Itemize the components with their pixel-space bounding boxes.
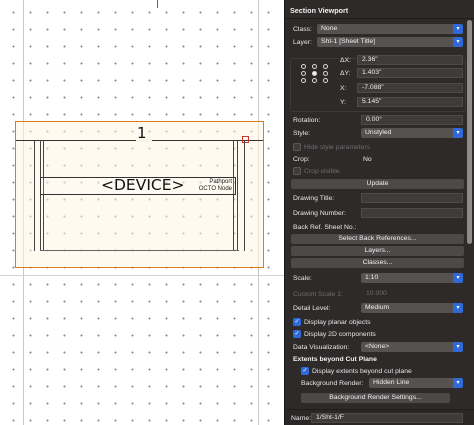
chevron-down-icon: ▾ bbox=[453, 342, 463, 352]
display-extents-row: ✓ Display extents beyond cut plane bbox=[301, 367, 412, 375]
class-dropdown[interactable]: None ▾ bbox=[317, 24, 463, 34]
style-dropdown[interactable]: Unstyled ▾ bbox=[361, 128, 463, 138]
rotation-row: Rotation: 0.00° bbox=[285, 115, 464, 126]
scrollbar-thumb[interactable] bbox=[467, 20, 472, 244]
bg-render-settings-row: Background Render Settings... bbox=[285, 393, 464, 404]
crop-row: Crop: No bbox=[293, 156, 372, 163]
style-row: Style: Unstyled ▾ bbox=[285, 128, 464, 139]
delta-y-row: ΔY: 1.403" bbox=[285, 68, 464, 79]
classes-button[interactable]: Classes... bbox=[291, 258, 464, 268]
palette-title: Section Viewport bbox=[290, 6, 349, 15]
select-back-refs-row: Select Back References... bbox=[285, 234, 464, 245]
device-sublabel: Pathport OCTO Node bbox=[198, 179, 232, 192]
layer-row: Layer: Sht-1 [Sheet Title] ▾ bbox=[285, 37, 464, 48]
crop-value: No bbox=[363, 156, 372, 163]
rack-rail-line bbox=[40, 140, 41, 251]
display-2d-row: ✓ Display 2D components bbox=[293, 330, 376, 338]
layer-dropdown[interactable]: Sht-1 [Sheet Title] ▾ bbox=[317, 37, 463, 47]
drawing-number-field[interactable] bbox=[361, 208, 463, 218]
drawing-title-row: Drawing Title: bbox=[285, 193, 464, 204]
device-label: <DEVICE> bbox=[101, 176, 185, 194]
hide-style-params-checkbox[interactable] bbox=[293, 143, 301, 151]
custom-scale-field[interactable]: 10.000 bbox=[361, 289, 463, 299]
name-bar: Name: 1/Sht-1/F bbox=[285, 409, 474, 425]
background-render-row: Background Render: Hidden Line ▾ bbox=[285, 378, 464, 389]
extents-section-header: Extents beyond Cut Plane bbox=[293, 356, 377, 363]
rack-rail-line bbox=[34, 140, 35, 251]
delta-x-field[interactable]: 2.36" bbox=[357, 55, 463, 65]
select-back-references-button[interactable]: Select Back References... bbox=[291, 234, 464, 244]
crop-visible-row: Crop visible bbox=[285, 166, 464, 177]
detail-level-dropdown[interactable]: Medium ▾ bbox=[361, 303, 463, 313]
update-button[interactable]: Update bbox=[291, 179, 464, 189]
rack-base-line bbox=[40, 250, 239, 251]
x-field[interactable]: -7.088" bbox=[357, 83, 463, 93]
grid-line bbox=[0, 275, 284, 276]
section-viewport[interactable]: 1 <DEVICE> Pathport OCTO Node bbox=[15, 121, 264, 268]
x-row: X: -7.088" bbox=[285, 83, 464, 94]
scale-row: Scale: 1:10 ▾ bbox=[285, 273, 464, 284]
drawing-number-row: Drawing Number: bbox=[285, 208, 464, 219]
back-ref-row: Back Ref. Sheet No.: bbox=[293, 224, 357, 231]
background-render-dropdown[interactable]: Hidden Line ▾ bbox=[369, 378, 463, 388]
rack-rail-line bbox=[233, 140, 234, 251]
object-info-palette: Section Viewport Class: None ▾ Layer: Sh… bbox=[284, 0, 474, 425]
device-symbol[interactable]: <DEVICE> Pathport OCTO Node bbox=[40, 176, 236, 195]
rack-rail-line bbox=[244, 140, 245, 251]
detail-level-row: Detail Level: Medium ▾ bbox=[285, 303, 464, 314]
update-row: Update bbox=[285, 179, 464, 190]
rack-rail-line bbox=[237, 140, 238, 251]
y-row: Y: 5.145" bbox=[285, 97, 464, 108]
background-render-settings-button[interactable]: Background Render Settings... bbox=[301, 393, 450, 403]
y-field[interactable]: 5.145" bbox=[357, 97, 463, 107]
classes-row: Classes... bbox=[285, 258, 464, 269]
custom-scale-row: Custom Scale 1: 10.000 bbox=[285, 289, 464, 300]
data-viz-row: Data Visualization: <None> ▾ bbox=[285, 342, 464, 353]
viewport-number: 1 bbox=[137, 124, 147, 142]
delta-y-field[interactable]: 1.403" bbox=[357, 68, 463, 78]
chevron-down-icon: ▾ bbox=[453, 128, 463, 138]
display-2d-checkbox[interactable]: ✓ bbox=[293, 330, 301, 338]
display-planar-row: ✓ Display planar objects bbox=[293, 318, 371, 326]
drawing-canvas[interactable]: 1 <DEVICE> Pathport OCTO Node bbox=[0, 0, 284, 425]
palette-header: Section Viewport bbox=[285, 0, 474, 19]
chevron-down-icon: ▾ bbox=[453, 24, 463, 34]
class-row: Class: None ▾ bbox=[285, 24, 464, 35]
rotation-field[interactable]: 0.00° bbox=[361, 115, 463, 125]
hide-style-params-row: Hide style parameters bbox=[285, 142, 464, 153]
chevron-down-icon: ▾ bbox=[453, 378, 463, 388]
display-extents-checkbox[interactable]: ✓ bbox=[301, 367, 309, 375]
layers-button[interactable]: Layers... bbox=[291, 246, 464, 256]
chevron-down-icon: ▾ bbox=[453, 37, 463, 47]
delta-x-row: ΔX: 2.36" bbox=[285, 55, 464, 66]
scale-dropdown[interactable]: 1:10 ▾ bbox=[361, 273, 463, 283]
display-planar-checkbox[interactable]: ✓ bbox=[293, 318, 301, 326]
rack-rail-line bbox=[43, 140, 44, 251]
data-viz-dropdown[interactable]: <None> ▾ bbox=[361, 342, 463, 352]
drawing-title-field[interactable] bbox=[361, 193, 463, 203]
palette-scrollbar[interactable] bbox=[466, 20, 473, 420]
crop-visible-checkbox[interactable] bbox=[293, 167, 301, 175]
name-field[interactable]: 1/Sht-1/F bbox=[311, 413, 463, 423]
chevron-down-icon: ▾ bbox=[453, 273, 463, 283]
layers-row: Layers... bbox=[285, 246, 464, 257]
chevron-down-icon: ▾ bbox=[453, 303, 463, 313]
ruler-tick bbox=[157, 0, 158, 8]
